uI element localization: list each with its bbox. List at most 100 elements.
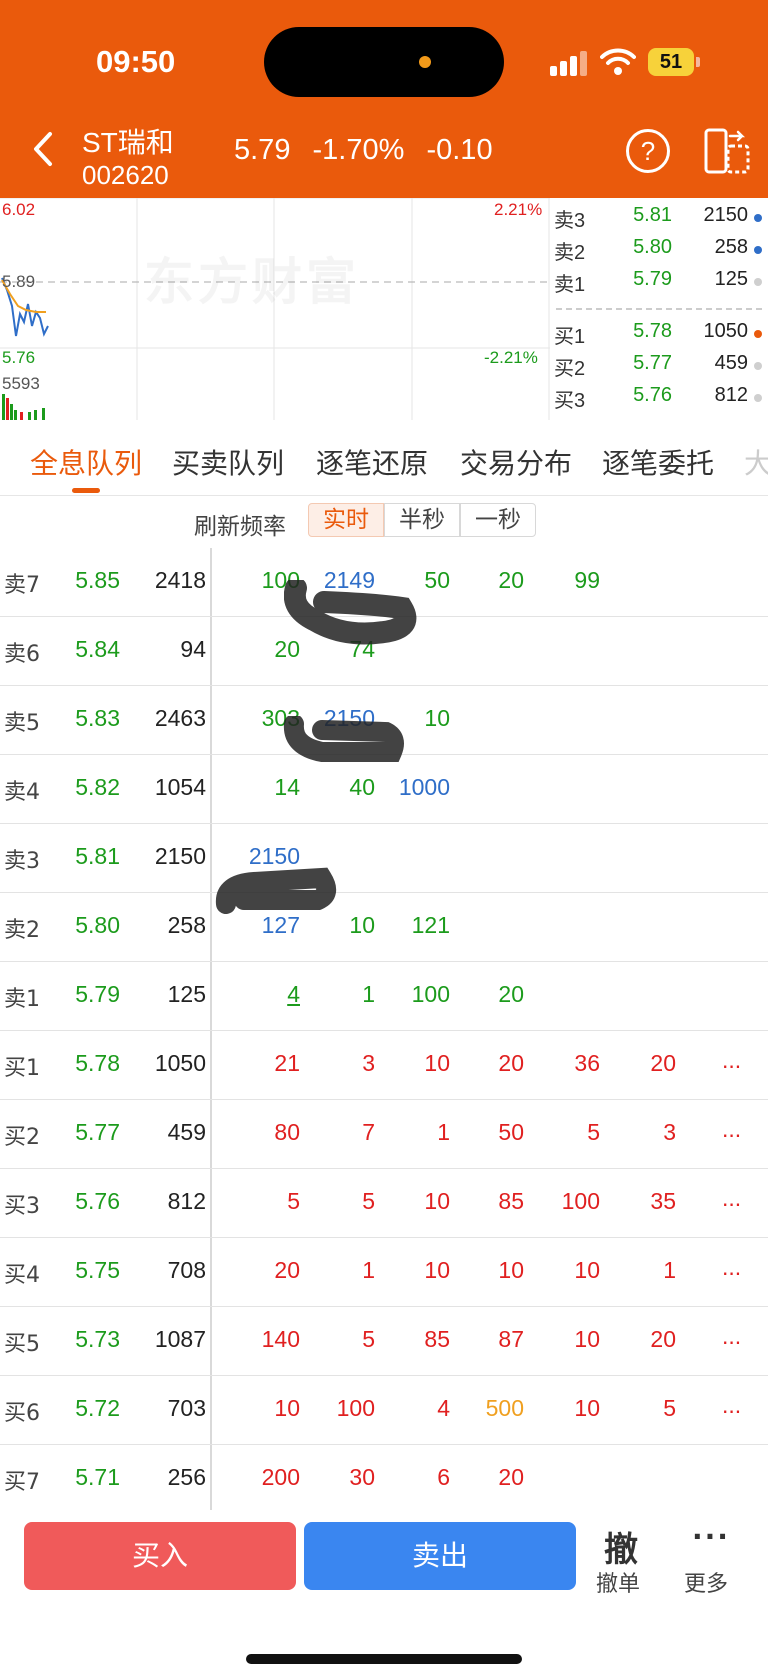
queue-order-size[interactable]: 100 <box>390 981 450 1008</box>
queue-order-size[interactable]: 80 <box>240 1119 300 1146</box>
queue-order-size[interactable]: 121 <box>390 912 450 939</box>
queue-order-size[interactable]: 100 <box>315 1395 375 1422</box>
queue-order-size[interactable]: 20 <box>464 981 524 1008</box>
queue-order-size[interactable]: 20 <box>616 1326 676 1353</box>
queue-order-size[interactable]: 36 <box>540 1050 600 1077</box>
queue-more-indicator[interactable]: ... <box>722 1047 741 1074</box>
back-icon[interactable] <box>28 131 58 167</box>
queue-order-size[interactable]: 50 <box>464 1119 524 1146</box>
queue-row[interactable]: 买2 5.77 459 80 7 1 50 5 3... <box>0 1100 768 1169</box>
queue-side-label: 卖6 <box>4 642 40 667</box>
dynamic-island <box>264 27 504 97</box>
queue-order-size[interactable]: 100 <box>540 1188 600 1215</box>
refresh-option-realtime[interactable]: 实时 <box>308 503 384 537</box>
queue-order-size[interactable]: 20 <box>240 1257 300 1284</box>
queue-more-indicator[interactable]: ... <box>722 1185 741 1212</box>
queue-order-size[interactable]: 1 <box>315 1257 375 1284</box>
book-bid-row: 买3 5.76 812 <box>550 380 768 412</box>
queue-order-size[interactable]: 20 <box>616 1050 676 1077</box>
queue-order-size[interactable]: 5 <box>240 1188 300 1215</box>
queue-order-size[interactable]: 20 <box>464 1464 524 1491</box>
queue-order-size[interactable]: 3 <box>616 1119 676 1146</box>
tab-full-queue[interactable]: 全息队列 <box>30 442 142 482</box>
refresh-option-one-second[interactable]: 一秒 <box>460 503 536 537</box>
help-icon[interactable]: ? <box>626 129 670 173</box>
queue-order-size[interactable]: 1 <box>616 1257 676 1284</box>
queue-order-size[interactable]: 10 <box>390 1188 450 1215</box>
queue-order-size[interactable]: 5 <box>540 1119 600 1146</box>
queue-order-size[interactable]: 40 <box>315 774 375 801</box>
tab-tick-restore[interactable]: 逐笔还原 <box>316 442 428 482</box>
queue-more-indicator[interactable]: ... <box>722 1323 741 1350</box>
queue-order-size[interactable]: 14 <box>240 774 300 801</box>
queue-order-size[interactable]: 10 <box>240 1395 300 1422</box>
queue-volume: 2463 <box>154 705 206 731</box>
price-mid-label: 5.89 <box>2 272 36 291</box>
switch-icon[interactable] <box>704 128 750 174</box>
queue-row[interactable]: 买3 5.76 812 5 5 10 85 100 35... <box>0 1169 768 1238</box>
buy-button[interactable]: 买入 <box>24 1522 296 1590</box>
queue-order-size[interactable]: 30 <box>315 1464 375 1491</box>
queue-order-size[interactable]: 10 <box>540 1257 600 1284</box>
queue-row[interactable]: 买5 5.73 1087 140 5 85 87 10 20... <box>0 1307 768 1376</box>
quote-pct: -1.70% <box>312 134 405 166</box>
more-icon[interactable]: ··· <box>692 1520 730 1553</box>
tab-tick-orders[interactable]: 逐笔委托 <box>602 442 714 482</box>
queue-order-size[interactable]: 3 <box>315 1050 375 1077</box>
queue-more-indicator[interactable]: ... <box>722 1254 741 1281</box>
tab-bid-ask-queue[interactable]: 买卖队列 <box>172 442 284 482</box>
queue-order-size[interactable]: 21 <box>240 1050 300 1077</box>
redaction-mark <box>283 716 404 762</box>
queue-order-size[interactable]: 5 <box>315 1188 375 1215</box>
queue-order-size[interactable]: 85 <box>390 1326 450 1353</box>
queue-order-size[interactable]: 85 <box>464 1188 524 1215</box>
queue-order-size[interactable]: 1000 <box>390 774 450 801</box>
more-button[interactable]: 更多 <box>684 1566 728 1598</box>
queue-order-size[interactable]: 99 <box>540 567 600 594</box>
queue-order-size[interactable]: 87 <box>464 1326 524 1353</box>
queue-order-size[interactable]: 4 <box>240 981 300 1008</box>
order-book[interactable]: 卖3 5.81 2150 卖2 5.80 258 卖1 5.79 125 买1 5.78 105… <box>550 198 768 420</box>
queue-order-size[interactable]: 10 <box>464 1257 524 1284</box>
refresh-option-half-second[interactable]: 半秒 <box>384 503 460 537</box>
queue-row[interactable]: 卖3 5.81 2150 2150 <box>0 824 768 893</box>
home-indicator[interactable] <box>246 1654 522 1664</box>
queue-order-size[interactable]: 10 <box>540 1395 600 1422</box>
sell-button[interactable]: 卖出 <box>304 1522 576 1590</box>
queue-row[interactable]: 卖1 5.79 125 4 1 100 20 <box>0 962 768 1031</box>
queue-row[interactable]: 卖2 5.80 258 127 10 121 <box>0 893 768 962</box>
queue-order-size[interactable]: 10 <box>390 1050 450 1077</box>
intraday-chart[interactable]: 东方财富 6.02 2.21% 5.89 5.76 -2.21% 5593 <box>0 198 550 420</box>
queue-order-size[interactable]: 20 <box>464 1050 524 1077</box>
queue-order-size[interactable]: 4 <box>390 1395 450 1422</box>
tab-more[interactable]: 大 <box>744 442 768 482</box>
queue-order-size[interactable]: 7 <box>315 1119 375 1146</box>
cancel-order-icon[interactable]: 撤 <box>604 1522 638 1571</box>
tab-trade-distribution[interactable]: 交易分布 <box>460 442 572 482</box>
queue-price: 5.81 <box>75 843 120 869</box>
queue-row[interactable]: 买6 5.72 703 10 100 4 500 10 5... <box>0 1376 768 1445</box>
queue-order-size[interactable]: 35 <box>616 1188 676 1215</box>
queue-row[interactable]: 买1 5.78 1050 21 3 10 20 36 20... <box>0 1031 768 1100</box>
queue-order-size[interactable]: 5 <box>616 1395 676 1422</box>
queue-order-size[interactable]: 5 <box>315 1326 375 1353</box>
queue-order-size[interactable]: 500 <box>464 1395 524 1422</box>
queue-order-size[interactable]: 1 <box>390 1119 450 1146</box>
queue-more-indicator[interactable]: ... <box>722 1116 741 1143</box>
queue-order-size[interactable]: 10 <box>540 1326 600 1353</box>
queue-order-size[interactable]: 200 <box>240 1464 300 1491</box>
queue-order-size[interactable]: 140 <box>240 1326 300 1353</box>
queue-order-size[interactable]: 1 <box>315 981 375 1008</box>
queue-order-size[interactable]: 10 <box>390 1257 450 1284</box>
queue-more-indicator[interactable]: ... <box>722 1392 741 1419</box>
queue-order-size[interactable]: 20 <box>464 567 524 594</box>
queue-row[interactable]: 买4 5.75 708 20 1 10 10 10 1... <box>0 1238 768 1307</box>
queue-side-label: 买3 <box>4 1194 40 1219</box>
battery-tip <box>696 57 700 67</box>
book-ask-row: 卖3 5.81 2150 <box>550 200 768 232</box>
cancel-order-button[interactable]: 撤单 <box>596 1566 640 1598</box>
queue-side-label: 买2 <box>4 1125 40 1150</box>
queue-volume: 459 <box>167 1119 206 1145</box>
queue-row[interactable]: 买7 5.71 256 200 30 6 20 <box>0 1445 768 1514</box>
queue-order-size[interactable]: 6 <box>390 1464 450 1491</box>
